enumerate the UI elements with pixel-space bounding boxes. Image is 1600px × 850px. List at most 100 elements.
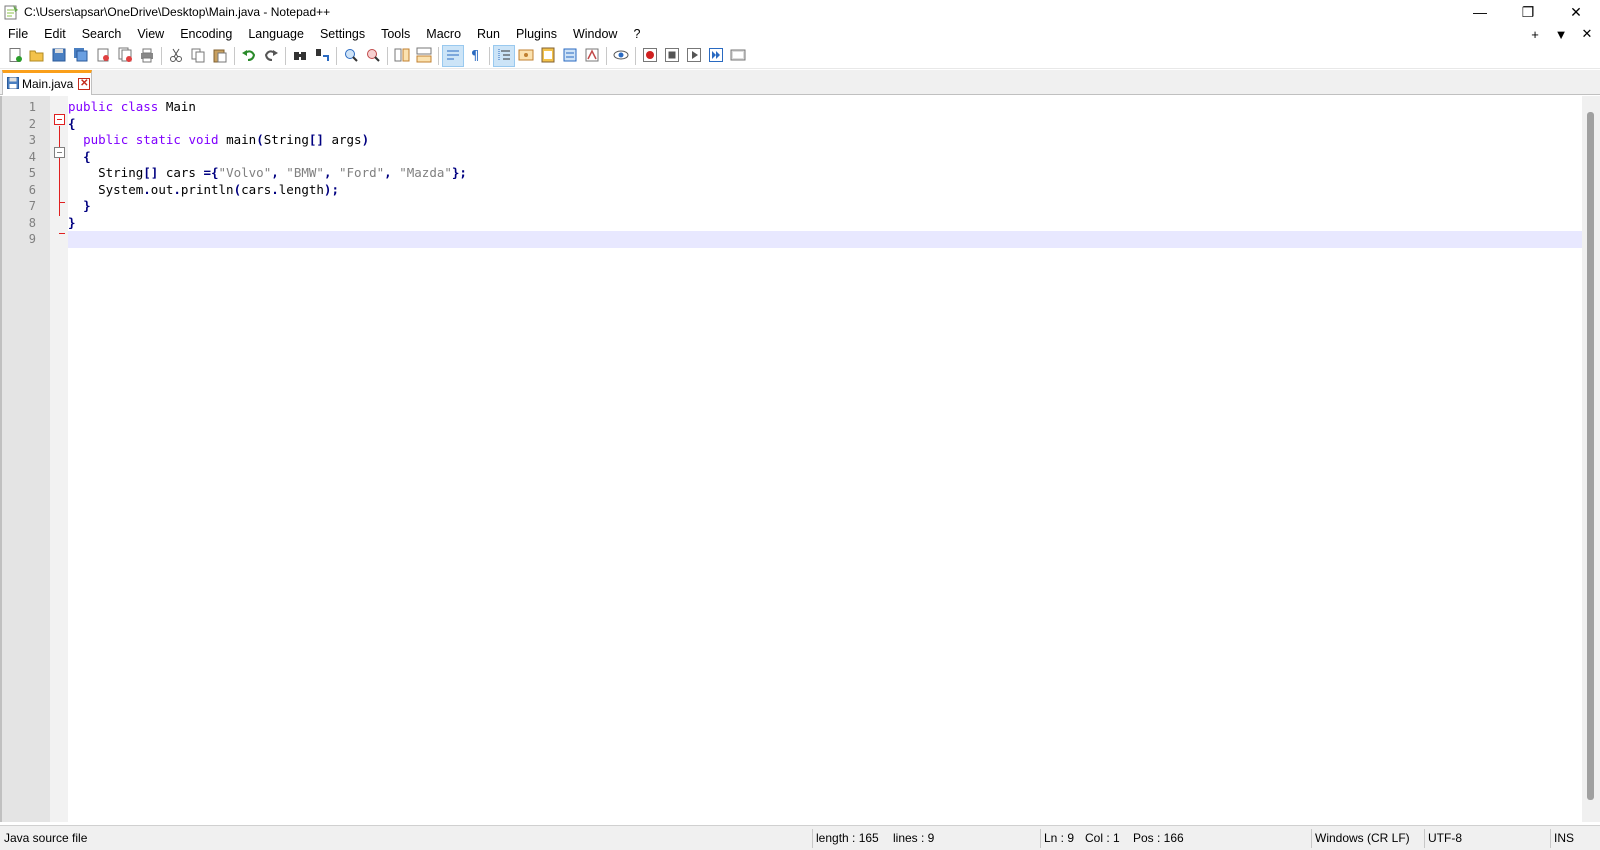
code-token: class	[120, 99, 159, 114]
menu-language[interactable]: Language	[240, 24, 312, 44]
notepad-plus-plus-icon	[3, 4, 19, 20]
redo-button[interactable]	[260, 45, 282, 67]
sync-vertical-icon	[394, 47, 410, 66]
code-line[interactable]	[68, 231, 1582, 248]
scrollbar-thumb[interactable]	[1587, 112, 1594, 800]
menu-window[interactable]: Window	[565, 24, 625, 44]
monitoring-button[interactable]	[610, 45, 632, 67]
toolbar-separator	[161, 47, 162, 65]
editor[interactable]: 123456789 public class Main{ public stat…	[0, 96, 1600, 822]
undo-icon	[241, 47, 257, 66]
sync-horizontal-button[interactable]	[413, 45, 435, 67]
menu-help[interactable]: ?	[625, 24, 648, 44]
fold-margin[interactable]	[50, 96, 68, 822]
line-number: 3	[28, 133, 36, 147]
zoom-out-button[interactable]	[362, 45, 384, 67]
tab-main-java[interactable]: Main.java ✕	[2, 70, 92, 95]
code-line[interactable]: }	[68, 198, 1582, 215]
find-button[interactable]	[289, 45, 311, 67]
play-macro-button[interactable]	[683, 45, 705, 67]
menu-macro[interactable]: Macro	[418, 24, 469, 44]
status-eol[interactable]: Windows (CR LF)	[1311, 826, 1410, 850]
menu-settings[interactable]: Settings	[312, 24, 373, 44]
sync-vertical-button[interactable]	[391, 45, 413, 67]
code-line[interactable]: }	[68, 215, 1582, 232]
close-all-button[interactable]	[114, 45, 136, 67]
save-all-button[interactable]	[70, 45, 92, 67]
menu-plugins[interactable]: Plugins	[508, 24, 565, 44]
indent-guide-icon	[496, 47, 512, 66]
code-line[interactable]: {	[68, 116, 1582, 133]
line-number: 8	[28, 215, 36, 230]
print-button[interactable]	[136, 45, 158, 67]
vertical-scrollbar[interactable]	[1582, 96, 1600, 822]
new-tab-button[interactable]: +	[1522, 27, 1548, 42]
redo-icon	[263, 47, 279, 66]
code-token: out	[150, 181, 174, 197]
code-token: .	[143, 181, 151, 197]
copy-button[interactable]	[187, 45, 209, 67]
menu-encoding[interactable]: Encoding	[172, 24, 240, 44]
code-line[interactable]: String[] cars ={"Volvo", "BMW", "Ford", …	[68, 165, 1582, 182]
code-token: println	[180, 181, 234, 197]
new-file-button[interactable]	[4, 45, 26, 67]
close-window-button[interactable]: ✕	[1552, 0, 1600, 24]
run-macro-multiple-button[interactable]	[705, 45, 727, 67]
menu-file[interactable]: File	[0, 24, 36, 44]
user-defined-language-icon	[518, 47, 534, 66]
stop-recording-button[interactable]	[661, 45, 683, 67]
folder-as-workspace-icon	[584, 47, 600, 66]
code-token: public	[68, 99, 114, 114]
play-macro-icon	[686, 47, 702, 66]
word-wrap-button[interactable]	[442, 45, 464, 67]
menu-view[interactable]: View	[129, 24, 172, 44]
menu-search[interactable]: Search	[74, 24, 130, 44]
open-file-icon	[29, 47, 45, 66]
function-list-button[interactable]	[559, 45, 581, 67]
code-line[interactable]: public class Main	[68, 99, 1582, 116]
save-all-icon	[73, 47, 89, 66]
toolbar-separator	[635, 47, 636, 65]
code-token: String	[263, 132, 309, 147]
show-all-chars-button[interactable]: ¶	[464, 45, 486, 67]
code-line[interactable]: public static void main(String[] args)	[68, 132, 1582, 149]
paste-button[interactable]	[209, 45, 231, 67]
code-area[interactable]: public class Main{ public static void ma…	[68, 96, 1582, 822]
open-file-button[interactable]	[26, 45, 48, 67]
toolbar-separator	[285, 47, 286, 65]
record-macro-button[interactable]	[639, 45, 661, 67]
status-insert-mode[interactable]: INS	[1550, 826, 1574, 850]
fold-toggle-method[interactable]	[54, 147, 65, 158]
tab-close-icon[interactable]: ✕	[78, 78, 91, 90]
save-button[interactable]	[48, 45, 70, 67]
user-defined-language-button[interactable]	[515, 45, 537, 67]
code-token: ,	[271, 165, 287, 180]
cut-button[interactable]	[165, 45, 187, 67]
menu-tools[interactable]: Tools	[373, 24, 418, 44]
menu-run[interactable]: Run	[469, 24, 508, 44]
minimize-button[interactable]: —	[1456, 0, 1504, 24]
fold-toggle-class[interactable]	[54, 114, 65, 125]
close-document-button[interactable]: ✕	[1574, 26, 1600, 42]
replace-button[interactable]	[311, 45, 333, 67]
undo-button[interactable]	[238, 45, 260, 67]
save-macro-button[interactable]	[727, 45, 749, 67]
zoom-in-button[interactable]	[340, 45, 362, 67]
code-token: String	[68, 165, 144, 180]
menu-edit[interactable]: Edit	[36, 24, 74, 44]
restore-button[interactable]: ❐	[1504, 0, 1552, 24]
status-bar: Java source file length : 165 lines : 9 …	[0, 825, 1600, 850]
code-token: }	[83, 198, 91, 213]
save-icon	[51, 47, 67, 66]
folder-as-workspace-button[interactable]	[581, 45, 603, 67]
close-button[interactable]	[92, 45, 114, 67]
tab-list-button[interactable]: ▼	[1548, 27, 1574, 42]
code-line[interactable]: {	[68, 149, 1582, 166]
code-line[interactable]: System.out.println(cars.length);	[68, 182, 1582, 199]
code-token: )	[361, 132, 370, 147]
status-encoding[interactable]: UTF-8	[1424, 826, 1462, 850]
indent-guide-button[interactable]	[493, 45, 515, 67]
document-map-button[interactable]	[537, 45, 559, 67]
